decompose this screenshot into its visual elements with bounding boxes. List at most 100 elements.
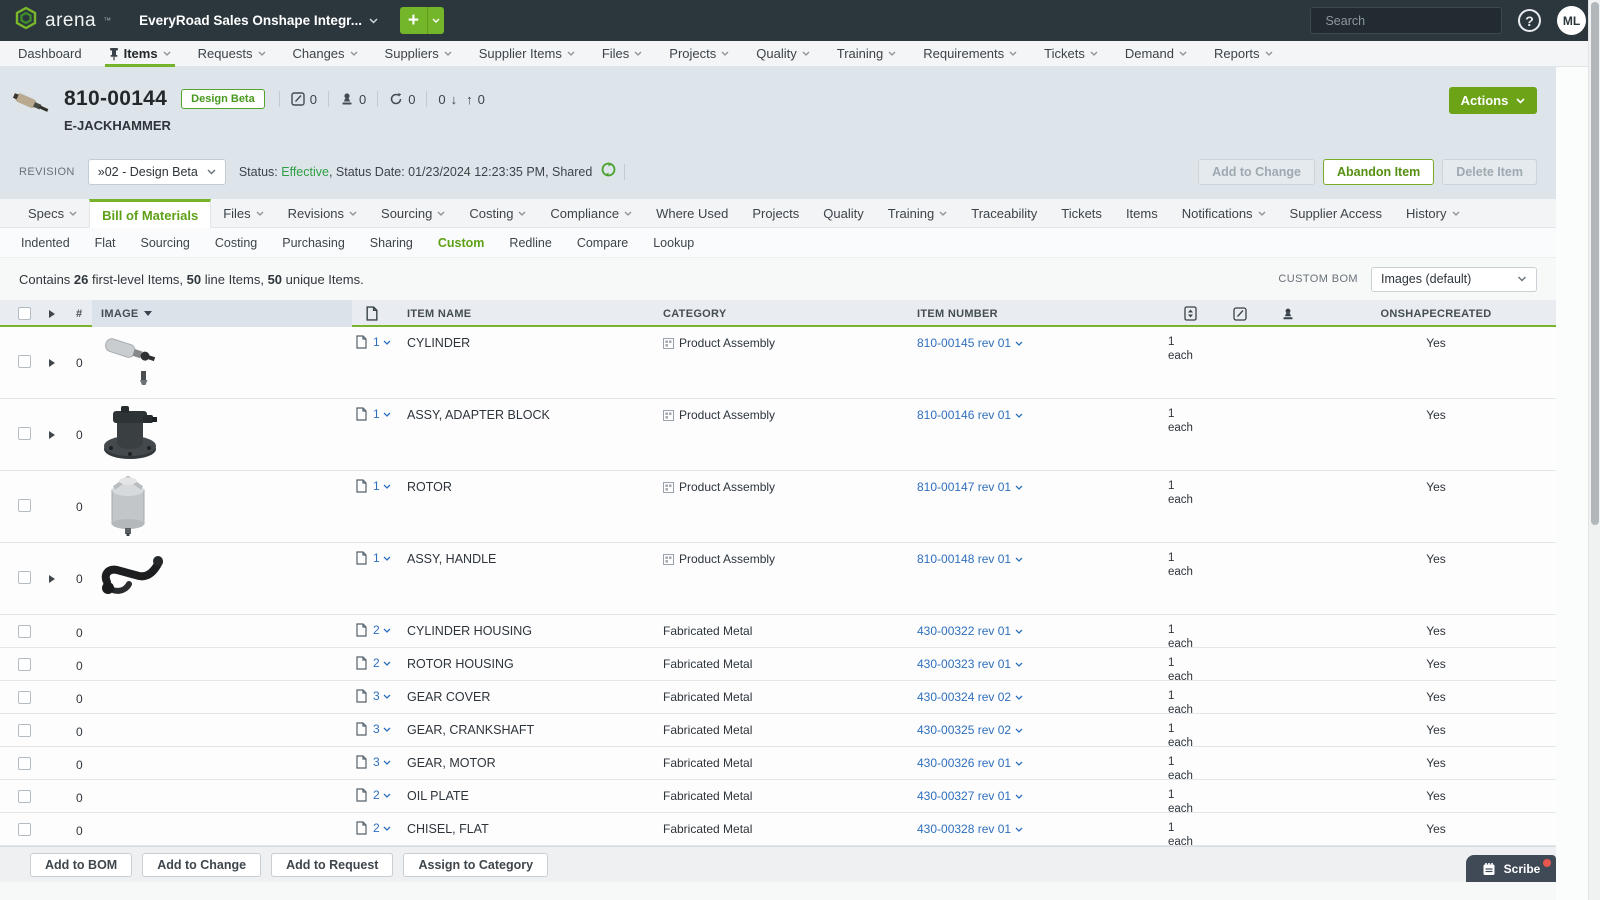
ref-count-link[interactable]: 1 — [373, 335, 391, 349]
col-category[interactable]: CATEGORY — [656, 308, 910, 320]
ref-count-link[interactable]: 1 — [373, 407, 391, 421]
col-item-number[interactable]: ITEM NUMBER — [910, 308, 1160, 320]
approvals-stat[interactable]: 0 — [340, 92, 366, 107]
subtab-flat[interactable]: Flat — [95, 236, 116, 250]
nav-item-files[interactable]: Files — [602, 41, 642, 67]
col-number[interactable]: # — [66, 308, 92, 320]
redlines-stat[interactable]: 0 — [291, 92, 317, 107]
tab-quality[interactable]: Quality — [811, 199, 875, 227]
arena-logo[interactable]: arena ™ — [14, 6, 111, 35]
help-button[interactable]: ? — [1518, 9, 1541, 32]
tab-revisions[interactable]: Revisions — [276, 199, 369, 227]
assign-to-category-button[interactable]: Assign to Category — [403, 853, 548, 877]
subtab-redline[interactable]: Redline — [509, 236, 551, 250]
tab-projects[interactable]: Projects — [740, 199, 811, 227]
nav-item-changes[interactable]: Changes — [293, 41, 358, 67]
changes-stat[interactable]: 0 — [389, 92, 415, 107]
tab-traceability[interactable]: Traceability — [959, 199, 1049, 227]
item-number-link[interactable]: 810-00145 rev 01 — [917, 336, 1023, 350]
scrollbar-thumb[interactable] — [1591, 2, 1599, 525]
row-checkbox[interactable] — [18, 757, 31, 770]
expand-row-icon[interactable] — [49, 431, 55, 439]
abandon-item-button[interactable]: Abandon Item — [1323, 159, 1434, 185]
tab-compliance[interactable]: Compliance — [538, 199, 644, 227]
item-number-link[interactable]: 430-00322 rev 01 — [917, 624, 1023, 638]
user-avatar[interactable]: ML — [1557, 6, 1586, 35]
row-checkbox[interactable] — [18, 355, 31, 368]
tab-tickets[interactable]: Tickets — [1049, 199, 1114, 227]
tab-training[interactable]: Training — [876, 199, 959, 227]
nav-item-reports[interactable]: Reports — [1214, 41, 1273, 67]
item-number-link[interactable]: 430-00327 rev 01 — [917, 789, 1023, 803]
subtab-costing[interactable]: Costing — [215, 236, 257, 250]
row-checkbox[interactable] — [18, 499, 31, 512]
row-checkbox[interactable] — [18, 625, 31, 638]
item-number-link[interactable]: 430-00324 rev 02 — [917, 690, 1023, 704]
nav-item-projects[interactable]: Projects — [669, 41, 729, 67]
col-ref-designator[interactable] — [352, 306, 400, 321]
custom-bom-select[interactable]: Images (default) — [1371, 267, 1537, 292]
nav-item-suppliers[interactable]: Suppliers — [385, 41, 452, 67]
nav-item-requirements[interactable]: Requirements — [923, 41, 1017, 67]
search-input[interactable] — [1325, 14, 1486, 28]
nav-item-training[interactable]: Training — [837, 41, 896, 67]
revision-select[interactable]: »02 - Design Beta — [88, 159, 226, 185]
row-checkbox[interactable] — [18, 724, 31, 737]
scribe-widget[interactable]: Scribe — [1466, 855, 1556, 882]
item-number-link[interactable]: 430-00323 rev 01 — [917, 657, 1023, 671]
subtab-custom[interactable]: Custom — [438, 236, 485, 250]
ref-count-link[interactable]: 2 — [373, 821, 391, 835]
nav-item-quality[interactable]: Quality — [756, 41, 809, 67]
nav-item-supplier-items[interactable]: Supplier Items — [479, 41, 575, 67]
ref-count-link[interactable]: 1 — [373, 551, 391, 565]
item-number-link[interactable]: 810-00146 rev 01 — [917, 408, 1023, 422]
nav-item-requests[interactable]: Requests — [198, 41, 266, 67]
tab-history[interactable]: History — [1394, 199, 1471, 227]
add-to-request-button[interactable]: Add to Request — [271, 853, 393, 877]
nav-item-items[interactable]: Items — [109, 41, 171, 67]
nav-item-tickets[interactable]: Tickets — [1044, 41, 1098, 67]
nav-item-dashboard[interactable]: Dashboard — [18, 41, 82, 67]
tab-specs[interactable]: Specs — [16, 199, 89, 227]
row-checkbox[interactable] — [18, 571, 31, 584]
ref-count-link[interactable]: 2 — [373, 656, 391, 670]
ref-count-link[interactable]: 2 — [373, 623, 391, 637]
tab-notifications[interactable]: Notifications — [1170, 199, 1278, 227]
create-new-button[interactable]: + — [400, 7, 427, 34]
nav-item-demand[interactable]: Demand — [1125, 41, 1187, 67]
col-image[interactable]: IMAGE — [92, 300, 352, 327]
subtab-purchasing[interactable]: Purchasing — [282, 236, 345, 250]
ref-count-link[interactable]: 3 — [373, 722, 391, 736]
ref-count-link[interactable]: 3 — [373, 755, 391, 769]
expand-all-icon[interactable] — [49, 310, 55, 318]
col-item-name[interactable]: ITEM NAME — [400, 308, 656, 320]
tab-sourcing[interactable]: Sourcing — [369, 199, 457, 227]
col-onshape-created[interactable]: ONSHAPECREATED — [1316, 308, 1556, 320]
subtab-sourcing[interactable]: Sourcing — [141, 236, 190, 250]
where-used-stat[interactable]: 0 ↓ ↑ 0 — [438, 92, 484, 107]
add-to-change-button[interactable]: Add to Change — [142, 853, 261, 877]
subtab-indented[interactable]: Indented — [21, 236, 70, 250]
row-checkbox[interactable] — [18, 427, 31, 440]
create-new-dropdown[interactable] — [427, 7, 444, 34]
item-number-link[interactable]: 810-00148 rev 01 — [917, 552, 1023, 566]
tab-items[interactable]: Items — [1114, 199, 1170, 227]
add-to-bom-button[interactable]: Add to BOM — [30, 853, 132, 877]
advanced-search-icon[interactable] — [1492, 14, 1493, 28]
tab-files[interactable]: Files — [211, 199, 275, 227]
item-number-link[interactable]: 430-00328 rev 01 — [917, 822, 1023, 836]
ref-count-link[interactable]: 2 — [373, 788, 391, 802]
ref-count-link[interactable]: 1 — [373, 479, 391, 493]
ref-count-link[interactable]: 3 — [373, 689, 391, 703]
row-checkbox[interactable] — [18, 790, 31, 803]
tab-costing[interactable]: Costing — [457, 199, 538, 227]
tab-supplier-access[interactable]: Supplier Access — [1278, 199, 1395, 227]
tab-bill-of-materials[interactable]: Bill of Materials — [89, 199, 211, 228]
select-all-checkbox[interactable] — [18, 307, 31, 320]
col-quantity[interactable] — [1160, 306, 1220, 321]
item-number-link[interactable]: 430-00325 rev 02 — [917, 723, 1023, 737]
actions-button[interactable]: Actions — [1449, 87, 1537, 114]
row-checkbox[interactable] — [18, 658, 31, 671]
expand-row-icon[interactable] — [49, 575, 55, 583]
col-notes[interactable] — [1220, 307, 1260, 321]
